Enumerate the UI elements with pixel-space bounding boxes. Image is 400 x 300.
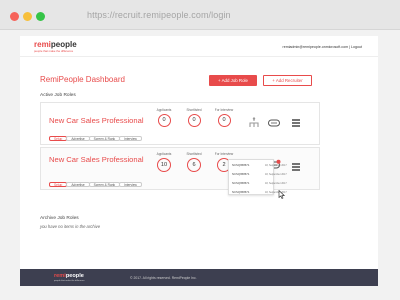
maximize-window-button[interactable]: [36, 12, 45, 21]
dropdown-item-code[interactable]: NCSQ958671: [232, 172, 249, 176]
shortlisted-stat[interactable]: Shortlisted 0: [182, 108, 206, 127]
pipeline-step-advertise[interactable]: Advertise: [66, 136, 90, 141]
app-logo[interactable]: remipeople: [34, 40, 77, 49]
archive-heading: Archive Job Roles: [40, 216, 79, 221]
applicants-stat[interactable]: Applicants 0: [152, 108, 176, 127]
active-job-roles-heading: Active Job Roles: [40, 93, 76, 98]
menu-icon[interactable]: [289, 160, 303, 172]
logo-tagline: people that make the difference: [34, 49, 74, 53]
user-account-links[interactable]: remiadmin@remipeople.onmicrosoft.com | L…: [283, 45, 363, 49]
dropdown-item-code[interactable]: NCSQ958671: [232, 181, 249, 185]
pipeline-step-screen-rank[interactable]: Screen & Rank: [88, 136, 121, 141]
browser-toolbar: https://recruit.remipeople.com/login: [0, 0, 400, 30]
job-title-link[interactable]: New Car Sales Professional: [49, 155, 144, 164]
hierarchy-icon[interactable]: [247, 116, 261, 128]
shortlisted-count: 0: [187, 114, 201, 127]
pipeline-step-advertise[interactable]: Advertise: [66, 182, 90, 187]
pipeline-step-interview[interactable]: Interview: [119, 136, 142, 141]
footer-logo[interactable]: remipeople: [54, 273, 84, 279]
page-footer: remipeople people that make the differen…: [20, 269, 378, 286]
dropdown-item-date: 18, September 2017: [265, 163, 287, 167]
dropdown-item-date: 18, September 2017: [265, 172, 287, 176]
menu-icon[interactable]: [289, 116, 303, 128]
footer-tagline: people that make the difference: [54, 280, 85, 282]
page-content: remipeople people that make the differen…: [20, 36, 378, 286]
pipeline-steps: Setup Advertise Screen & Rank Interview: [49, 136, 142, 141]
pipeline-step-interview[interactable]: Interview: [119, 182, 142, 187]
shortlisted-count: 6: [187, 158, 201, 172]
footer-copyright: © 2017. All rights reserved. RemiPeople …: [130, 276, 197, 280]
interview-count: 0: [217, 114, 231, 127]
pipeline-step-setup[interactable]: Setup: [49, 136, 68, 141]
dropdown-item-code[interactable]: NCSQ958671: [232, 190, 249, 194]
applicants-stat[interactable]: Applicants 10: [152, 152, 176, 172]
add-job-role-button[interactable]: + Add Job Role: [209, 75, 257, 86]
reference-dropdown: NCSQ958671 18, September 2017 NCSQ958671…: [228, 159, 287, 195]
browser-window: https://recruit.remipeople.com/login rem…: [0, 0, 400, 300]
address-bar[interactable]: https://recruit.remipeople.com/login: [87, 10, 231, 20]
add-recruiter-button[interactable]: + Add Recruiter: [263, 75, 312, 86]
interview-stat[interactable]: For Interview 0: [212, 108, 236, 127]
dropdown-item-date: 18, September 2017: [265, 181, 287, 185]
applicants-count: 0: [157, 114, 171, 127]
close-window-button[interactable]: [10, 12, 19, 21]
dropdown-item-code[interactable]: NCSQ958671: [232, 163, 249, 167]
minimize-window-button[interactable]: [23, 12, 32, 21]
cursor-icon: [278, 186, 286, 199]
app-header: remipeople people that make the differen…: [20, 36, 378, 57]
chat-icon[interactable]: [267, 116, 281, 128]
pipeline-step-screen-rank[interactable]: Screen & Rank: [88, 182, 121, 187]
pipeline-steps: Setup Advertise Screen & Rank Interview: [49, 182, 142, 187]
pipeline-step-setup[interactable]: Setup: [49, 182, 68, 187]
shortlisted-stat[interactable]: Shortlisted 6: [182, 152, 206, 172]
applicants-count: 10: [157, 158, 171, 172]
job-card: New Car Sales Professional Applicants 0 …: [40, 102, 320, 145]
page-title: RemiPeople Dashboard: [40, 75, 125, 84]
job-title-link[interactable]: New Car Sales Professional: [49, 116, 144, 125]
archive-empty-message: you have no items in the archive: [40, 224, 101, 229]
